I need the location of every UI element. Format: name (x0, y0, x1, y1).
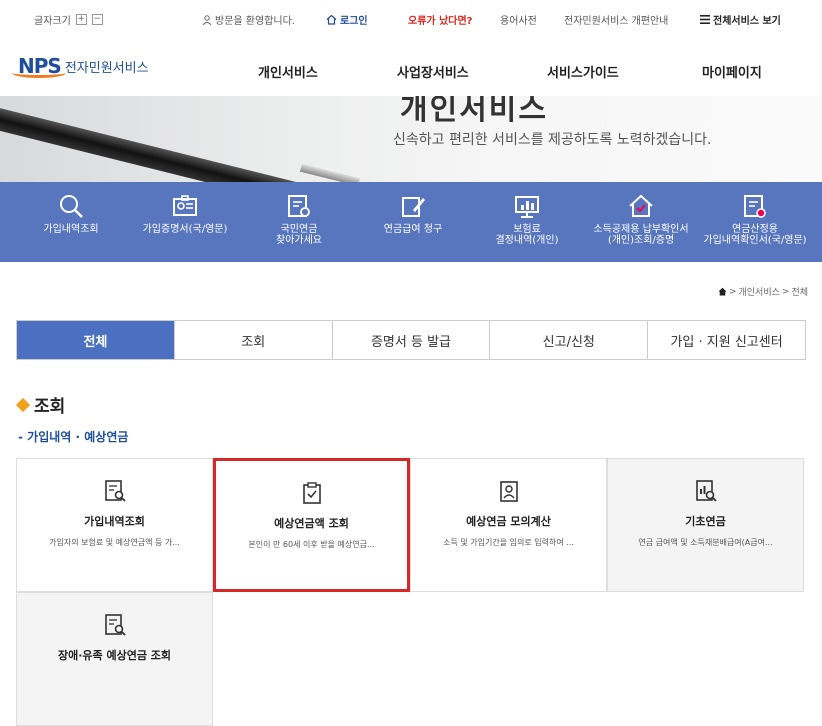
error-report-label: 오류가 났다면? (408, 16, 473, 27)
card-description: 본인이 만 60세 이후 받을 예상연금... (248, 540, 375, 549)
chart-search-icon (695, 480, 717, 502)
logo-service-text: 전자민원서비스 (64, 60, 149, 76)
welcome-message: 방문을 환영합니다. (202, 12, 295, 27)
home-icon (326, 14, 337, 25)
login-link[interactable]: 로그인 (326, 12, 368, 27)
section-title-text: 조회 (34, 397, 66, 417)
card-description: 연금 급여액 및 소득재분배급여(A급여... (638, 538, 773, 547)
document-search-icon (288, 195, 310, 217)
clipboard-check-icon (302, 482, 321, 504)
card-description: 가입자의 보험료 및 예상연금액 등 가... (49, 538, 180, 547)
glossary-label: 용어사전 (500, 16, 537, 27)
card-title: 장애·유족 예상연금 조회 (57, 649, 172, 662)
breadcrumb-item-personal[interactable]: 개인서비스 (738, 285, 779, 298)
breadcrumb-separator: > (781, 286, 790, 297)
user-icon (202, 14, 212, 25)
font-size-control: 글자크기 + − (34, 12, 103, 27)
search-icon (60, 195, 83, 218)
breadcrumb-item-all[interactable]: 전체 (791, 285, 808, 298)
logo-swoosh (12, 68, 66, 78)
tab-certificate[interactable]: 증명서 등 발급 (331, 321, 490, 359)
tab-all[interactable]: 전체 (17, 321, 174, 359)
font-decrease-button[interactable]: − (91, 14, 103, 25)
header: NPS 전자민원서비스 개인서비스 사업장서비스 서비스가이드 마이페이지 (0, 40, 822, 96)
card-description: 소득 및 가입기간을 임의로 입력하여 ... (443, 538, 574, 547)
font-increase-button[interactable]: + (75, 14, 87, 25)
hero-banner: 개인서비스 신속하고 편리한 서비스를 제공하도록 노력하겠습니다. (0, 96, 822, 182)
glossary-link[interactable]: 용어사전 (500, 12, 537, 27)
site-logo[interactable]: NPS 전자민원서비스 (12, 54, 149, 78)
utility-bar: 글자크기 + − 방문을 환영합니다. 로그인 오류가 났다면? 용어사전 전자… (0, 0, 822, 40)
nav-guide[interactable]: 서비스가이드 (547, 62, 619, 81)
quick-item-label: 소득공제용 납부확인서 (593, 224, 689, 235)
reform-notice-label: 전자민원서비스 개편안내 (564, 16, 669, 27)
quick-item-certificate[interactable]: 가입증명서(국/영문) (130, 192, 240, 235)
quick-item-label-2: (개인)조회/증명 (607, 235, 675, 246)
pen-tip-image (299, 163, 361, 182)
quick-item-pension-calc-certificate[interactable]: 연금산정용 가입내역확인서(국/영문) (700, 192, 810, 246)
card-title: 예상연금액 조회 (274, 517, 349, 530)
quick-item-label: 보험료 (513, 224, 541, 235)
all-services-link[interactable]: 전체서비스 보기 (700, 12, 781, 27)
document-search-icon (104, 614, 126, 636)
person-badge-icon (499, 481, 518, 502)
document-search-icon (104, 480, 126, 502)
quick-item-label-2: 결정내역(개인) (495, 235, 559, 246)
quick-item-contribution-history[interactable]: 가입내역조회 (16, 192, 126, 235)
pen-image (0, 106, 313, 182)
card-title: 예상연금 모의계산 (466, 515, 551, 528)
service-card-contribution-history[interactable]: 가입내역조회 가입자의 보험료 및 예상연금액 등 가... (16, 458, 213, 592)
reform-notice-link[interactable]: 전자민원서비스 개편안내 (564, 12, 668, 27)
menu-icon (700, 15, 710, 24)
house-check-icon (629, 194, 653, 217)
hero-title: 개인서비스 (400, 96, 548, 127)
id-card-icon (173, 195, 197, 216)
quick-item-label-2: 가입내역확인서(국/영문) (703, 235, 807, 246)
tab-support-center[interactable]: 가입 · 지원 신고센터 (647, 321, 805, 359)
quick-item-label: 국민연금 (280, 224, 318, 235)
quick-item-label-2: 찾아가세요 (276, 235, 322, 246)
quick-item-tax-deduction[interactable]: 소득공제용 납부확인서 (개인)조회/증명 (586, 192, 696, 246)
service-card-pension-simulation[interactable]: 예상연금 모의계산 소득 및 가입기간을 임의로 입력하여 ... (410, 458, 607, 592)
quick-menu: 가입내역조회 가입증명서(국/영문) 국민연금 찾아가세요 연금급여 청구 보험… (0, 182, 822, 262)
nav-workplace[interactable]: 사업장서비스 (397, 62, 469, 81)
breadcrumb-separator: > (728, 286, 737, 297)
tab-report-apply[interactable]: 신고/신청 (489, 321, 647, 359)
category-tabs: 전체 조회 증명서 등 발급 신고/신청 가입 · 지원 신고센터 (16, 320, 806, 360)
section-subtitle: - 가입내역 · 예상연금 (18, 430, 129, 444)
quick-item-label: 가입증명서(국/영문) (142, 224, 228, 235)
quick-item-label: 연금급여 청구 (383, 224, 443, 235)
home-icon[interactable] (718, 287, 727, 296)
nav-personal[interactable]: 개인서비스 (258, 62, 318, 81)
monitor-chart-icon (515, 196, 539, 218)
service-card-basic-pension[interactable]: 기초연금 연금 급여액 및 소득재분배급여(A급여... (607, 458, 804, 592)
nav-mypage[interactable]: 마이페이지 (702, 62, 762, 81)
diamond-bullet-icon (15, 397, 31, 412)
breadcrumb: > 개인서비스 > 전체 (718, 285, 808, 298)
login-label: 로그인 (340, 16, 368, 27)
quick-item-label: 가입내역조회 (43, 224, 99, 235)
document-badge-icon (744, 195, 766, 218)
quick-item-premium-decision[interactable]: 보험료 결정내역(개인) (472, 192, 582, 246)
error-report-link[interactable]: 오류가 났다면? (408, 12, 472, 27)
all-services-label: 전체서비스 보기 (713, 16, 781, 27)
welcome-text: 방문을 환영합니다. (215, 16, 295, 27)
service-card-expected-pension[interactable]: 예상연금액 조회 본인이 만 60세 이후 받을 예상연금... (213, 458, 410, 592)
section-title: 조회 (15, 392, 66, 417)
card-title: 기초연금 (685, 515, 726, 528)
quick-item-label: 연금산정용 (732, 224, 778, 235)
quick-item-pension-finder[interactable]: 국민연금 찾아가세요 (244, 192, 354, 246)
quick-item-benefit-claim[interactable]: 연금급여 청구 (358, 192, 468, 235)
card-title: 가입내역조회 (84, 515, 145, 528)
service-card-disability-survivor-pension[interactable]: 장애·유족 예상연금 조회 (16, 592, 213, 726)
edit-document-icon (402, 197, 425, 217)
hero-subtitle: 신속하고 편리한 서비스를 제공하도록 노력하겠습니다. (393, 132, 712, 148)
tab-inquiry[interactable]: 조회 (173, 321, 332, 359)
font-size-label: 글자크기 (34, 16, 71, 27)
